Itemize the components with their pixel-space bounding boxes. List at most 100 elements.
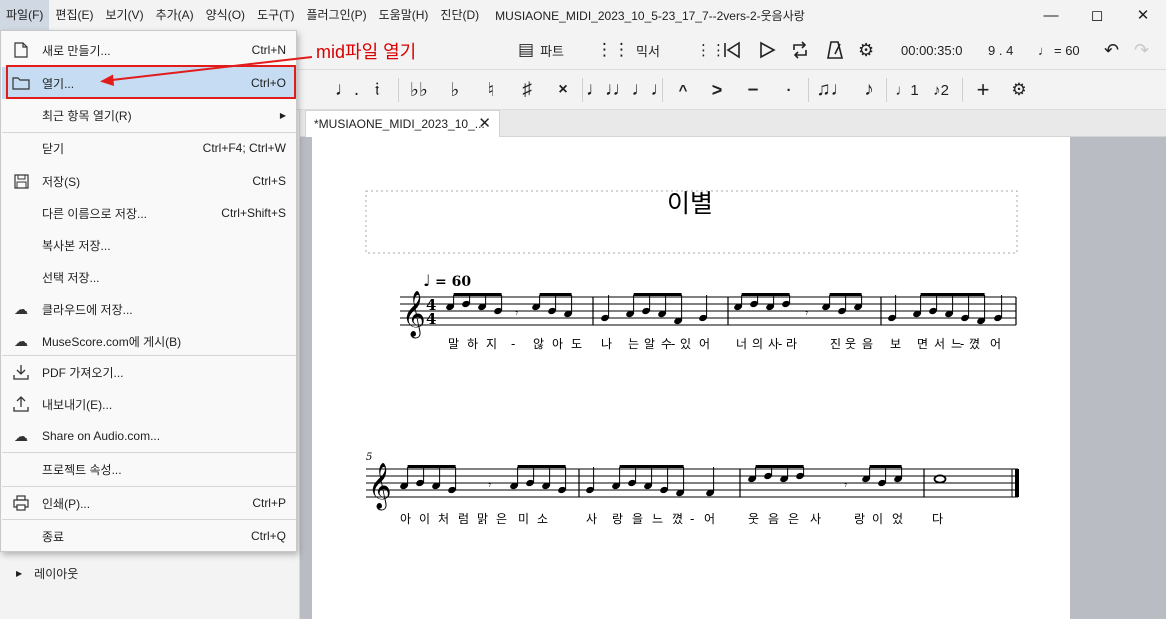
metronome-icon [827,41,844,59]
menu-item-export[interactable]: 내보내기(E)... [2,388,296,420]
flip-direction-icon[interactable]: ♪ [854,70,884,110]
lyric-syllable: - [671,337,675,351]
menu-plugins[interactable]: 플러그인(P) [300,0,372,30]
lyric-syllable: 미 [518,512,529,526]
minimize-icon[interactable]: — [1028,0,1074,30]
natural-icon[interactable]: ♮ [476,70,506,110]
menu-item-print[interactable]: 인쇄(P)... Ctrl+P [2,487,296,519]
menu-item-save[interactable]: 저장(S) Ctrl+S [2,165,296,197]
lyric-syllable: 느 [652,512,663,526]
layout-section[interactable]: ▶ 레이아웃 [16,565,78,582]
lyric-syllable: 을 [632,512,643,526]
metronome-button[interactable] [825,30,845,70]
lyric-syllable: - [960,337,964,351]
eighth-rest-icon: 𝄾 [805,306,808,320]
lyric-syllable: 은 [496,512,507,526]
parts-button[interactable]: ▤ 파트 [518,30,564,70]
voice-1-icon[interactable]: ♩1 [892,70,922,110]
menu-item-properties[interactable]: 프로젝트 속성... [2,453,296,485]
score-tab[interactable]: *MUSIAONE_MIDI_2023_10_... ✕ [305,110,500,137]
lyric-syllable: 음 [768,512,779,526]
annotation-label: mid파일 열기 [316,42,417,62]
tempo-mark[interactable]: = 60 [435,274,471,290]
lyric-syllable: 사 [586,512,597,526]
voice-2-icon[interactable]: ♪2 [926,70,956,110]
sharp-icon[interactable]: ♯ [512,70,542,110]
play-button[interactable] [757,30,777,70]
lyric-syllable: 어 [704,512,715,526]
lyric-syllable: 지 [486,337,497,351]
menu-file[interactable]: 파일(F) [0,0,50,30]
settings-icon[interactable]: ⚙ [1004,70,1034,110]
menu-item-save-as[interactable]: 다른 이름으로 저장... Ctrl+Shift+S [2,197,296,229]
save-icon [12,172,30,190]
double-sharp-icon[interactable]: × [548,70,578,110]
window-controls: — ◻ ✕ [1028,0,1166,30]
beam [407,465,456,468]
menu-item-save-cloud[interactable]: ☁ 클라우드에 저장... [2,293,296,325]
double-flat-icon[interactable]: ♭♭ [404,70,434,110]
measure-beat-display: 9 . 4 [988,42,1014,58]
close-tab-icon[interactable]: ✕ [478,116,491,131]
lyric-syllable: 럼 [458,512,469,526]
undo-icon[interactable]: ↶ [1104,30,1119,70]
loop-button[interactable] [790,30,810,70]
lyric-syllable: 있 [680,337,691,351]
lyric-syllable: 는 [628,337,639,351]
menu-item-save-selection[interactable]: 선택 저장... [2,261,296,293]
menu-add[interactable]: 추가(A) [150,0,200,30]
lyric-syllable: 맑 [477,512,488,526]
add-icon[interactable]: + [968,70,998,110]
menu-diagnostic[interactable]: 진단(D) [434,0,485,30]
tenuto-icon[interactable]: – [738,70,768,110]
flat-icon[interactable]: ♭ [440,70,470,110]
rewind-button[interactable] [722,30,742,70]
menu-view[interactable]: 보기(V) [99,0,149,30]
eighth-rest-icon: 𝄾 [515,306,518,320]
tuplet-icon[interactable]: ♫♩ [814,70,852,110]
menu-tools[interactable]: 도구(T) [251,0,300,30]
quarter-rest-icon[interactable]: 𝔦 [362,70,392,110]
menu-edit[interactable]: 편집(E) [49,0,99,30]
menu-item-import-pdf[interactable]: PDF 가져오기... [2,356,296,388]
score-view[interactable]: 이별 ♩ = 60 𝄞 4 4 𝄾 𝄾 말하지-않아도나는알수-있어너의사-라진웃음보… [300,137,1166,619]
parts-label: 파트 [540,43,564,59]
score-title[interactable]: 이별 [667,190,713,218]
lyric-syllable: 의 [752,337,763,351]
menu-item-publish[interactable]: ☁ MuseScore.com에 게시(B) [2,325,296,357]
accent-icon[interactable]: > [702,70,732,110]
menu-item-quit[interactable]: 종료 Ctrl+Q [2,520,296,552]
beam [920,293,985,296]
mixer-button[interactable]: ⋮⋮ 믹서 [596,30,660,70]
lyric-syllable: - [778,337,782,351]
menu-format[interactable]: 양식(O) [200,0,251,30]
menu-item-close[interactable]: 닫기 Ctrl+F4; Ctrl+W [2,132,296,164]
import-icon [12,363,30,381]
menu-item-new[interactable]: 새로 만들기... Ctrl+N [2,34,296,66]
menu-help[interactable]: 도움말(H) [373,0,435,30]
tempo-value: = 60 [1054,42,1080,58]
lyric-syllable: 도 [571,337,582,351]
menu-item-share-audio[interactable]: ☁ Share on Audio.com... [2,420,296,452]
dotted-quarter-note-icon[interactable]: ♩. [332,70,362,110]
lyric-syllable: 서 [934,337,945,351]
marcato-icon[interactable]: ^ [668,70,698,110]
submenu-arrow-icon: ▶ [279,110,286,120]
toolbar-divider [962,78,963,102]
lyric-syllable: 진 [830,337,841,351]
file-menu: 새로 만들기... Ctrl+N 열기... Ctrl+O 최근 항목 열기(R… [0,30,297,552]
score-page: 이별 ♩ = 60 𝄞 4 4 𝄾 𝄾 말하지-않아도나는알수-있어너의사-라진웃음보… [312,137,1070,619]
close-icon[interactable]: ✕ [1120,0,1166,30]
lyric-syllable: 하 [467,337,478,351]
lyric-syllable: 아 [400,512,411,526]
lyric-syllable: 웃 [845,337,856,351]
menu-item-recent[interactable]: 최근 항목 열기(R) ▶ [2,99,296,131]
staccato-icon[interactable]: · [774,70,804,110]
beam [829,293,862,296]
redo-icon[interactable]: ↷ [1134,30,1149,70]
menu-item-save-copy[interactable]: 복사본 저장... [2,229,296,261]
playback-settings-icon[interactable]: ⚙ [858,30,874,70]
mixer-label: 믹서 [636,43,660,59]
slur-icon[interactable]: ♩♩♩ [613,70,670,110]
maximize-icon[interactable]: ◻ [1074,0,1120,30]
